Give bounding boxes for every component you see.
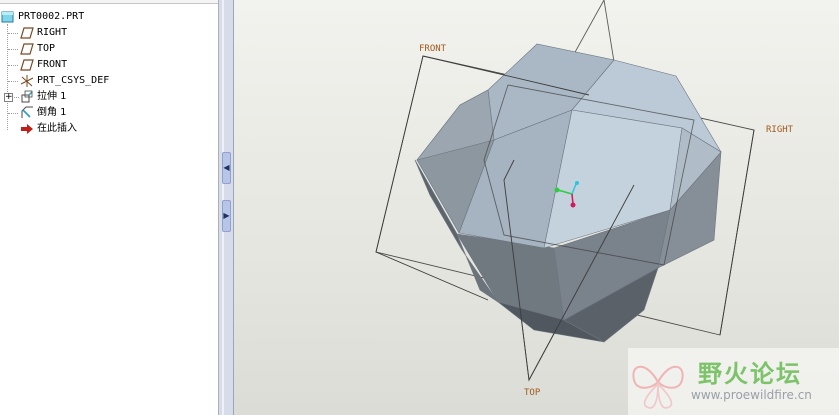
extrude-icon	[20, 90, 34, 104]
tree-item-label: RIGHT	[37, 27, 68, 38]
datum-plane-icon	[20, 58, 34, 72]
right-datum-label: RIGHT	[766, 125, 794, 135]
expand-toggle[interactable]: +	[4, 93, 13, 102]
tree-item-right[interactable]: RIGHT	[0, 25, 218, 41]
collapse-left-button[interactable]: ◀	[222, 152, 231, 184]
tree-item-label: PRT0002.PRT	[18, 11, 85, 22]
expand-right-button[interactable]: ▶	[222, 200, 231, 232]
datum-plane-icon	[20, 42, 34, 56]
tree-item-label: 在此插入	[37, 123, 77, 134]
tree-item-extrude[interactable]: + 拉伸 1	[0, 89, 218, 105]
top-datum-label: TOP	[524, 388, 541, 398]
tree-item-csys[interactable]: PRT_CSYS_DEF	[0, 73, 218, 89]
part-icon	[1, 10, 15, 24]
tree-item-insert-here[interactable]: 在此插入	[0, 121, 218, 137]
tree-item-label: 拉伸 1	[37, 91, 67, 102]
tree-item-label: 倒角 1	[37, 107, 67, 118]
model-tree-panel: PRT0002.PRT RIGHT TOP FRONT PRT_CSYS_DEF…	[0, 0, 218, 415]
tree-header-strip	[0, 0, 218, 4]
datum-plane-icon	[20, 26, 34, 40]
watermark-url: www.proewildfire.cn	[691, 388, 812, 402]
insert-here-arrow-icon	[20, 122, 34, 136]
panel-splitter[interactable]: ◀ ▶	[218, 0, 234, 415]
butterfly-logo-icon	[632, 365, 684, 409]
chamfer-icon	[20, 106, 34, 120]
watermark-title: 野火论坛	[698, 360, 802, 388]
forum-watermark: 野火论坛 www.proewildfire.cn	[628, 348, 839, 415]
front-datum-label: FRONT	[419, 44, 447, 54]
tree-item-front[interactable]: FRONT	[0, 57, 218, 73]
tree-item-label: FRONT	[37, 59, 68, 70]
tree-item-part[interactable]: PRT0002.PRT	[0, 9, 218, 25]
coordinate-system-icon	[20, 74, 34, 88]
tree-item-top[interactable]: TOP	[0, 41, 218, 57]
tree-item-label: TOP	[37, 43, 56, 54]
tree-item-label: PRT_CSYS_DEF	[37, 75, 110, 86]
tree-item-chamfer[interactable]: 倒角 1	[0, 105, 218, 121]
